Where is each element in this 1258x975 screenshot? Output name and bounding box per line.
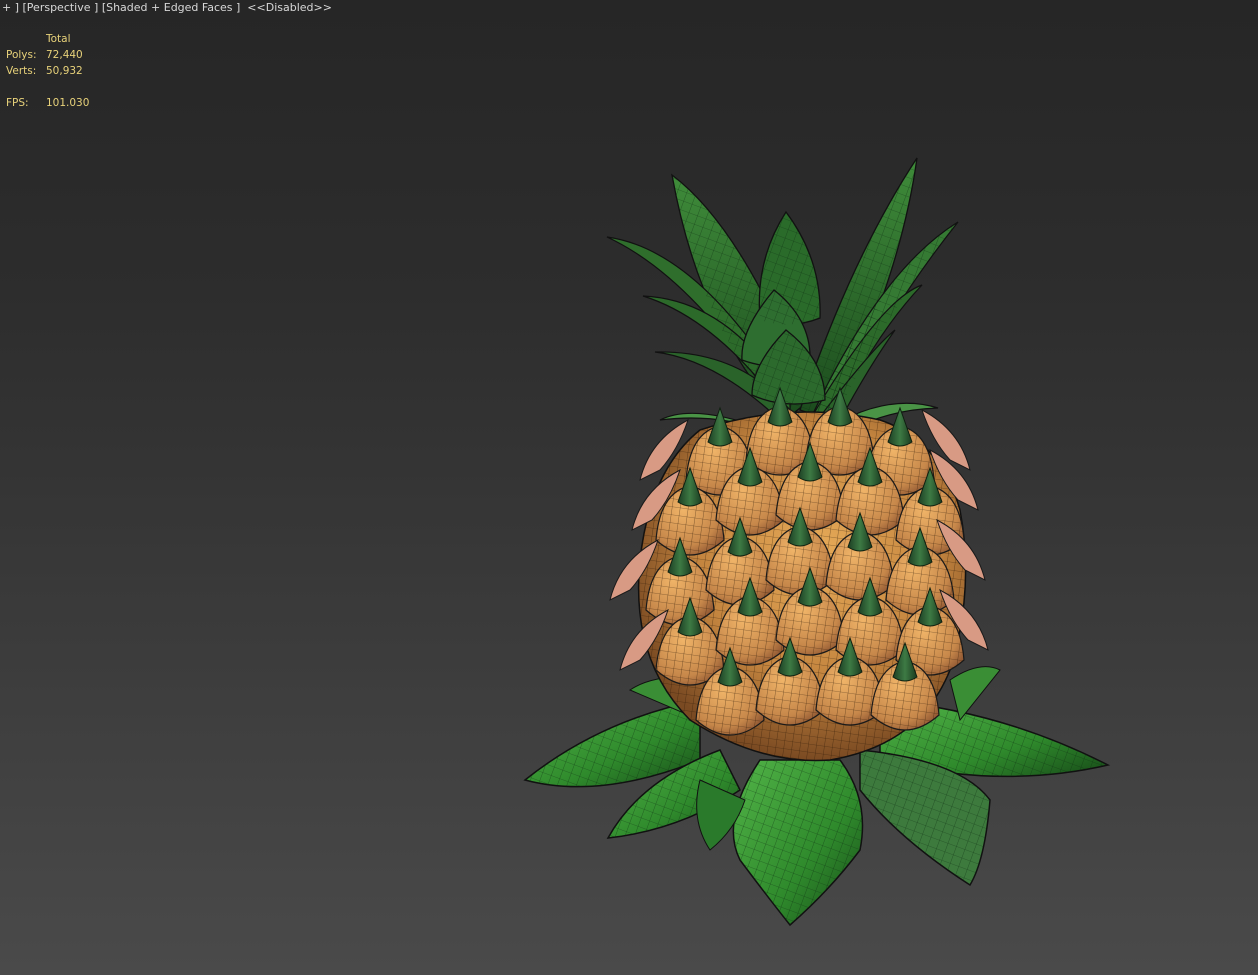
- 3d-viewport[interactable]: + ] [Perspective ] [Shaded + Edged Faces…: [0, 0, 1258, 975]
- pineapple-model[interactable]: [0, 0, 1258, 975]
